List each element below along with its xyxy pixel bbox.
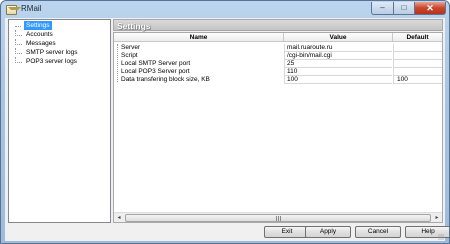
column-header-value[interactable]: Value (284, 33, 393, 42)
cancel-button[interactable]: Cancel (355, 226, 401, 238)
setting-name: Script (121, 52, 138, 59)
setting-name: Data transfering block size, KB (121, 76, 210, 83)
setting-name: Local POP3 Server port (121, 68, 190, 75)
resize-grip-icon[interactable] (438, 234, 444, 240)
setting-value[interactable]: 25 (284, 60, 392, 68)
table-row[interactable]: Script /cgi-bin/mail.cgi (114, 52, 442, 60)
settings-grid: Name Value Default Server mail.ruaroute.… (113, 32, 443, 223)
horizontal-scrollbar[interactable]: ◂ ▸ (114, 212, 442, 222)
setting-value[interactable]: mail.ruaroute.ru (284, 44, 392, 52)
tree-item-label: SMTP server logs (26, 49, 78, 56)
table-row[interactable]: Server mail.ruaroute.ru (114, 44, 442, 52)
tree-item-pop3-server-logs[interactable]: POP3 server logs (15, 57, 79, 66)
setting-default: 100 (393, 76, 442, 84)
window-title: RMail (21, 4, 42, 13)
column-header-default[interactable]: Default (393, 33, 442, 42)
table-row[interactable]: Local POP3 Server port 110 (114, 68, 442, 76)
tree-item-label: Accounts (26, 31, 53, 38)
client-area: Settings Accounts Messages SMTP server l… (5, 18, 449, 241)
main-window: RMail – □ ✕ Settings Accounts Messages S… (0, 0, 450, 244)
title-bar[interactable]: RMail – □ ✕ (1, 1, 449, 19)
setting-name: Server (121, 44, 141, 51)
tree-item-label: Settings (24, 21, 52, 30)
mail-app-icon (6, 5, 21, 15)
setting-value[interactable]: 110 (284, 68, 392, 76)
table-row[interactable]: Data transfering block size, KB 100 100 (114, 76, 442, 84)
setting-default (393, 68, 442, 76)
setting-default (393, 44, 442, 52)
minimize-button[interactable]: – (371, 2, 394, 15)
close-button[interactable]: ✕ (414, 2, 446, 15)
setting-default (393, 52, 442, 60)
panel-title: Settings (117, 21, 151, 31)
table-row[interactable]: Local SMTP Server port 25 (114, 60, 442, 68)
setting-default (393, 60, 442, 68)
apply-button[interactable]: Apply (305, 226, 351, 238)
scroll-left-icon[interactable]: ◂ (114, 213, 124, 222)
column-header-name[interactable]: Name (114, 33, 284, 42)
scrollbar-thumb[interactable] (125, 214, 431, 222)
tree-item-smtp-server-logs[interactable]: SMTP server logs (15, 48, 80, 57)
tree-item-messages[interactable]: Messages (15, 39, 58, 48)
setting-value[interactable]: 100 (284, 76, 392, 84)
setting-name: Local SMTP Server port (121, 60, 191, 67)
tree-item-settings[interactable]: Settings (15, 21, 52, 30)
tree-item-label: POP3 server logs (26, 58, 77, 65)
panel-header: Settings (113, 19, 443, 31)
scroll-right-icon[interactable]: ▸ (432, 213, 442, 222)
exit-button[interactable]: Exit (264, 226, 310, 238)
tree-item-label: Messages (26, 40, 56, 47)
navigation-tree: Settings Accounts Messages SMTP server l… (8, 19, 111, 223)
setting-value[interactable]: /cgi-bin/mail.cgi (284, 52, 392, 60)
maximize-button[interactable]: □ (393, 2, 415, 15)
grid-header: Name Value Default (114, 33, 442, 42)
grip-icon (276, 216, 282, 221)
tree-item-accounts[interactable]: Accounts (15, 30, 55, 39)
